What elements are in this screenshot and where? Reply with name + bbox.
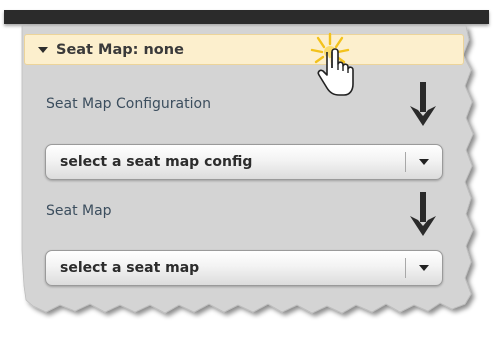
seat-map-config-value: select a seat map config	[60, 154, 253, 170]
chevron-down-icon[interactable]	[406, 159, 442, 165]
seat-map-select[interactable]: select a seat map	[45, 250, 443, 286]
seat-map-config-label: Seat Map Configuration	[46, 96, 211, 112]
seat-map-section-header[interactable]: Seat Map: none	[24, 34, 464, 65]
screenshot-stage: Seat Map: none Seat Map Configuration se…	[0, 0, 495, 351]
chevron-down-icon[interactable]	[406, 265, 442, 271]
arrow-down-icon	[410, 82, 436, 126]
seat-map-label: Seat Map	[46, 203, 112, 219]
caret-down-icon	[38, 46, 48, 53]
seat-map-config-select[interactable]: select a seat map config	[45, 144, 443, 180]
arrow-down-icon	[410, 192, 436, 236]
seat-map-value: select a seat map	[60, 260, 200, 276]
hand-pointer-click-icon	[310, 32, 354, 96]
section-title: Seat Map: none	[56, 41, 184, 58]
